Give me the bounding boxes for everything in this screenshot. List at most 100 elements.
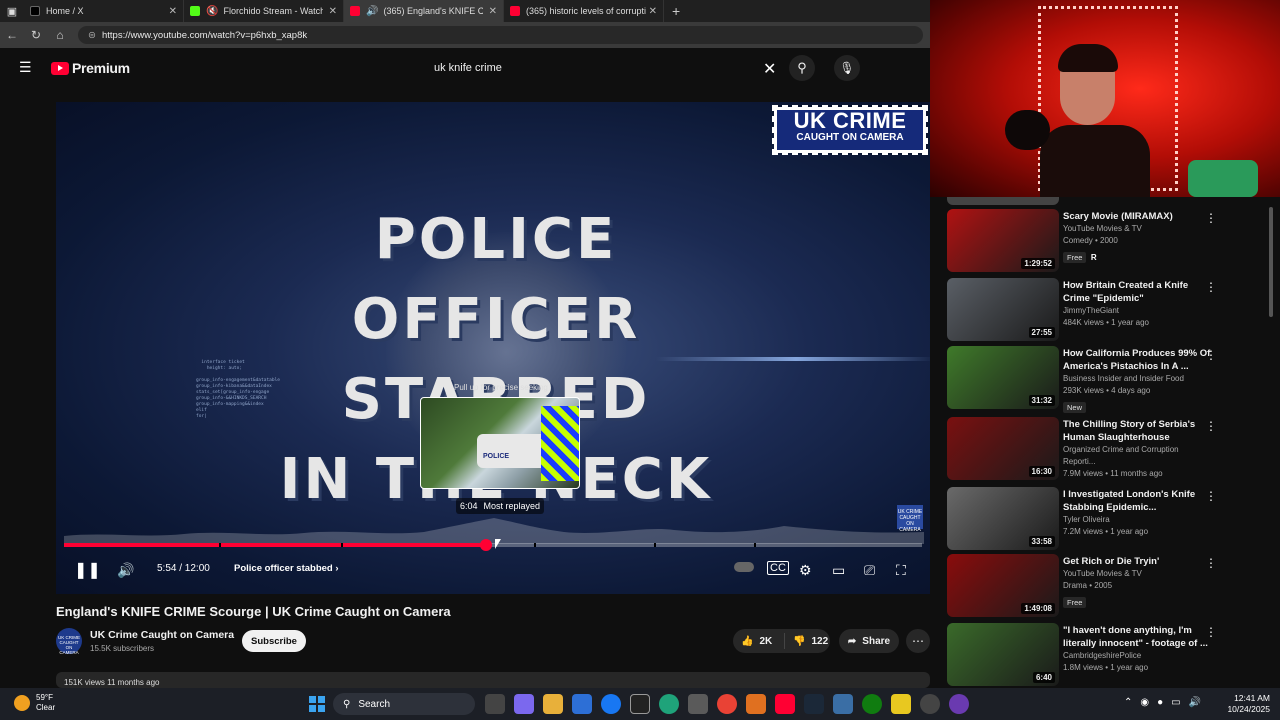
volume-icon[interactable]: 🔊 [1189, 697, 1201, 708]
scrubber-handle[interactable] [480, 539, 493, 551]
views-and-date[interactable]: 151K views 11 months ago [56, 672, 930, 688]
recommendation-title[interactable]: How California Produces 99% Of America's… [1063, 347, 1213, 373]
clear-search-icon[interactable]: ✕ [763, 59, 776, 79]
recommendation-title[interactable]: I Investigated London's Knife Stabbing E… [1063, 488, 1213, 514]
url-field[interactable]: ⊜ https://www.youtube.com/watch?v=p6hxb_… [78, 26, 923, 44]
new-tab-button[interactable]: + [672, 3, 680, 19]
app-icon[interactable] [833, 694, 853, 714]
cast-icon[interactable]: ⎚ [864, 562, 875, 579]
recommendation-item[interactable]: 31:32 How California Produces 99% Of Amer… [947, 346, 1267, 413]
recommendation-item[interactable]: 1:29:52 Scary Movie (MIRAMAX) YouTube Movi… [947, 209, 1267, 273]
video-player[interactable]: interface ticket height: auto; group_inf… [56, 102, 930, 594]
recommendation-item[interactable]: 1:49:08 Get Rich or Die Tryin' YouTube Mov… [947, 554, 1267, 618]
recommendation-channel[interactable]: YouTube Movies & TV [1063, 568, 1213, 580]
more-actions-button[interactable]: ⋯ [906, 629, 930, 653]
more-options-icon[interactable]: ⋮ [1205, 625, 1217, 639]
close-icon[interactable]: ✕ [649, 6, 657, 17]
voice-search-button[interactable]: 🎙 [834, 55, 860, 81]
obs-icon[interactable] [920, 694, 940, 714]
share-button[interactable]: ➦ Share [839, 629, 899, 653]
close-icon[interactable]: ✕ [169, 6, 177, 17]
more-options-icon[interactable]: ⋮ [1205, 211, 1217, 225]
tab-corruption[interactable]: (365) historic levels of corruption ✕ [504, 0, 664, 22]
subscribe-button[interactable]: Subscribe [242, 630, 306, 652]
video-thumbnail[interactable]: 27:55 [947, 278, 1059, 341]
video-thumbnail[interactable]: 31:32 [947, 346, 1059, 409]
channel-watermark[interactable]: UK CRIME CAUGHT ON CAMERA [897, 505, 923, 533]
notes-icon[interactable] [891, 694, 911, 714]
video-thumbnail[interactable]: 1:29:52 [947, 209, 1059, 272]
youtube-icon[interactable] [775, 694, 795, 714]
reload-icon[interactable]: ↻ [24, 28, 48, 42]
tab-home-x[interactable]: Home / X ✕ [24, 0, 184, 22]
calculator-icon[interactable] [688, 694, 708, 714]
recommendation-title[interactable]: Get Rich or Die Tryin' [1063, 555, 1213, 568]
recommendation-channel[interactable]: YouTube Movies & TV [1063, 223, 1213, 235]
amazon-icon[interactable] [630, 694, 650, 714]
facebook-icon[interactable] [601, 694, 621, 714]
recommendation-item[interactable]: 6:40 "I haven't done anything, I'm litera… [947, 623, 1267, 687]
settings-gear-icon[interactable]: ⚙ [799, 562, 812, 579]
search-button[interactable]: ⚲ [789, 55, 815, 81]
dislike-button[interactable]: 👎 122 [785, 636, 828, 647]
recommendation-title[interactable]: How Britain Created a Knife Crime "Epide… [1063, 279, 1213, 305]
channel-avatar[interactable]: UK CRIME CAUGHT ON CAMERA [56, 628, 82, 655]
recommendation-channel[interactable]: CambridgeshirePolice [1063, 650, 1213, 662]
windows-start-icon[interactable] [309, 696, 325, 712]
chevron-up-icon[interactable]: ⌃ [1124, 697, 1132, 708]
like-button[interactable]: 👍 2K [733, 633, 785, 649]
muted-speaker-icon[interactable]: 🔇 [206, 6, 218, 17]
taskbar-search[interactable]: ⚲ Search [333, 693, 475, 715]
back-icon[interactable]: ← [0, 28, 24, 42]
progress-bar[interactable] [64, 543, 922, 547]
miniplayer-icon[interactable]: ▭ [832, 562, 845, 579]
chapter-button[interactable]: Police officer stabbed › [234, 563, 339, 574]
taskbar-clock[interactable]: 12:41 AM 10/24/2025 [1222, 693, 1270, 715]
sidebar-scrollbar[interactable] [1268, 197, 1274, 685]
copilot-icon[interactable] [514, 694, 534, 714]
weather-widget[interactable]: 59°F Clear [14, 693, 55, 713]
tab-florchido-stream[interactable]: 🔇 Florchido Stream - Watch Liv ✕ [184, 0, 344, 22]
search-input[interactable]: uk knife crime [425, 55, 785, 81]
video-thumbnail[interactable]: 1:49:08 [947, 554, 1059, 617]
close-icon[interactable]: ✕ [329, 6, 337, 17]
network-icon[interactable]: ▭ [1171, 697, 1180, 708]
video-thumbnail[interactable]: 6:40 [947, 623, 1059, 686]
recommendation-channel[interactable]: Tyler Oliveira [1063, 514, 1213, 526]
recommendation-title[interactable]: "I haven't done anything, I'm literally … [1063, 624, 1213, 650]
store-icon[interactable] [572, 694, 592, 714]
recommendation-item[interactable]: 16:30 The Chilling Story of Serbia's Huma… [947, 417, 1267, 481]
volume-icon[interactable]: 🔊 [117, 562, 134, 579]
xbox-icon[interactable] [862, 694, 882, 714]
tab-knife-crime[interactable]: 🔊 (365) England's KNIFE CRIME ✕ [344, 0, 504, 22]
chrome-icon[interactable] [717, 694, 737, 714]
home-icon[interactable]: ⌂ [48, 28, 72, 42]
recommendation-title[interactable]: The Chilling Story of Serbia's Human Sla… [1063, 418, 1213, 444]
app-icon[interactable] [949, 694, 969, 714]
channel-name[interactable]: UK Crime Caught on Camera [90, 629, 234, 641]
menu-icon[interactable]: ☰ [19, 60, 33, 74]
more-options-icon[interactable]: ⋮ [1205, 280, 1217, 294]
steam-icon[interactable] [804, 694, 824, 714]
fullscreen-icon[interactable]: ⛶ [896, 562, 906, 579]
recommendation-item[interactable]: 27:55 How Britain Created a Knife Crime "… [947, 278, 1267, 342]
tray-app-icon[interactable]: ◉ [1140, 697, 1149, 708]
edge-icon[interactable] [659, 694, 679, 714]
youtube-premium-logo[interactable]: Premium [51, 60, 130, 76]
video-thumbnail[interactable]: 16:30 [947, 417, 1059, 480]
pause-icon[interactable]: ❚❚ [74, 560, 101, 580]
recommendation-channel[interactable]: Organized Crime and Corruption Reporti..… [1063, 444, 1213, 468]
more-options-icon[interactable]: ⋮ [1205, 489, 1217, 503]
speaker-icon[interactable]: 🔊 [366, 6, 378, 17]
more-options-icon[interactable]: ⋮ [1205, 419, 1217, 433]
autoplay-toggle[interactable] [734, 562, 754, 572]
video-thumbnail[interactable]: 33:58 [947, 487, 1059, 550]
window-menu-icon[interactable]: ▣ [0, 5, 24, 18]
app-icon[interactable] [746, 694, 766, 714]
recommendation-title[interactable]: Scary Movie (MIRAMAX) [1063, 210, 1213, 223]
recommendation-channel[interactable]: Business Insider and Insider Food [1063, 373, 1213, 385]
nvidia-icon[interactable]: ● [1157, 697, 1163, 708]
recommendation-channel[interactable]: JimmyTheGiant [1063, 305, 1213, 317]
more-options-icon[interactable]: ⋮ [1205, 556, 1217, 570]
scrollbar-thumb[interactable] [1269, 207, 1273, 317]
